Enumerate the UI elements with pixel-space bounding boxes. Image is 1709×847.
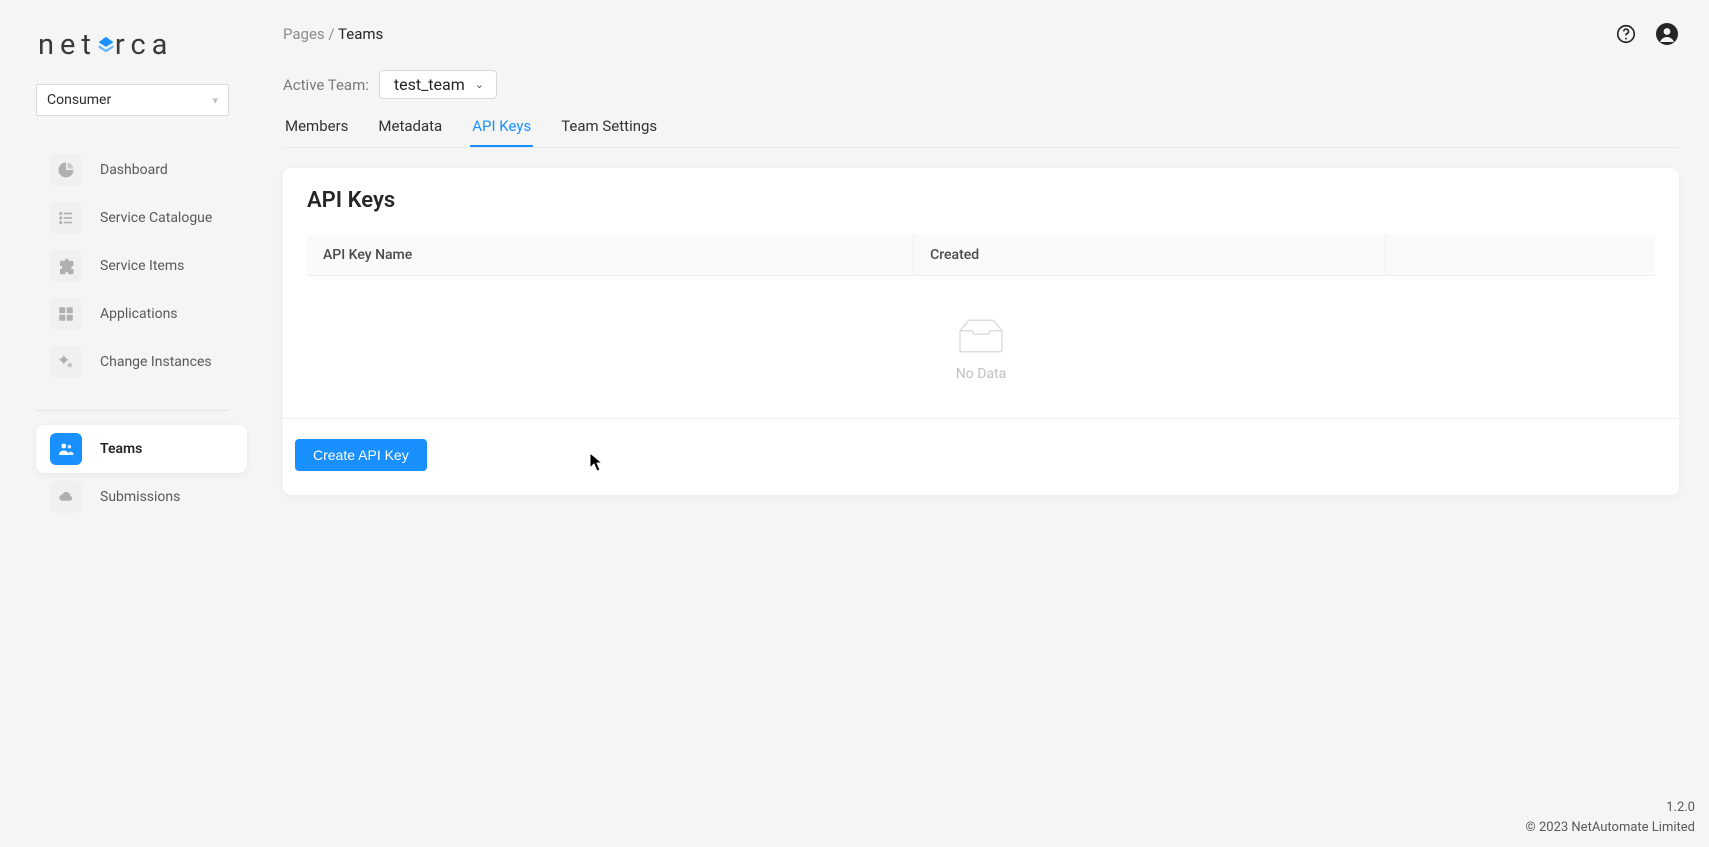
cloud-icon xyxy=(50,481,82,513)
team-icon xyxy=(50,433,82,465)
sidebar-item-change-instances[interactable]: Change Instances xyxy=(0,338,265,386)
sidebar-item-label: Applications xyxy=(100,306,178,322)
active-team-selector[interactable]: test_team ⌄ xyxy=(379,70,497,99)
chevron-down-icon: ▾ xyxy=(212,94,218,107)
sidebar-item-label: Service Catalogue xyxy=(100,210,212,226)
col-header-actions xyxy=(1385,235,1655,276)
breadcrumb-sep: / xyxy=(328,25,334,43)
sidebar-nav: Dashboard Service Catalogue Service Item… xyxy=(0,146,265,521)
sidebar: net rca Consumer ▾ Dashboard xyxy=(0,0,265,847)
active-team-label: Active Team: xyxy=(283,76,369,94)
sidebar-item-teams[interactable]: Teams xyxy=(36,425,247,473)
sidebar-item-service-items[interactable]: Service Items xyxy=(0,242,265,290)
sidebar-item-label: Change Instances xyxy=(100,354,212,370)
empty-state: No Data xyxy=(307,276,1655,419)
logo-mark-icon xyxy=(95,34,117,56)
breadcrumb-current: Teams xyxy=(338,25,383,43)
sidebar-item-label: Dashboard xyxy=(100,162,168,178)
panel-title: API Keys xyxy=(307,188,1655,213)
col-header-created: Created xyxy=(914,235,1386,276)
tab-members[interactable]: Members xyxy=(283,117,350,147)
active-team-value: test_team xyxy=(394,75,465,94)
create-api-key-button[interactable]: Create API Key xyxy=(295,439,427,471)
api-keys-panel: API Keys API Key Name Created xyxy=(283,168,1679,495)
main-content: Pages / Teams Active Team: test_team ⌄ M… xyxy=(265,0,1709,847)
chevron-down-icon: ⌄ xyxy=(475,78,484,91)
sidebar-divider xyxy=(36,410,229,411)
grid-icon xyxy=(50,298,82,330)
sidebar-item-submissions[interactable]: Submissions xyxy=(0,473,265,521)
tab-metadata[interactable]: Metadata xyxy=(376,117,444,147)
puzzle-icon xyxy=(50,250,82,282)
breadcrumb: Pages / Teams xyxy=(283,25,383,43)
sidebar-item-label: Teams xyxy=(100,441,142,457)
tab-team-settings[interactable]: Team Settings xyxy=(559,117,659,147)
sidebar-item-dashboard[interactable]: Dashboard xyxy=(0,146,265,194)
empty-box-icon xyxy=(307,316,1655,356)
role-selector[interactable]: Consumer ▾ xyxy=(36,84,229,116)
logo: net rca xyxy=(0,28,265,84)
breadcrumb-root[interactable]: Pages xyxy=(283,25,325,43)
sidebar-item-service-catalogue[interactable]: Service Catalogue xyxy=(0,194,265,242)
col-header-name: API Key Name xyxy=(307,235,914,276)
gears-icon xyxy=(50,346,82,378)
tab-api-keys[interactable]: API Keys xyxy=(470,117,533,147)
sidebar-item-label: Submissions xyxy=(100,489,180,505)
empty-text: No Data xyxy=(307,366,1655,382)
sidebar-item-label: Service Items xyxy=(100,258,184,274)
logo-post: rca xyxy=(115,28,174,62)
api-keys-table: API Key Name Created xyxy=(307,235,1655,418)
help-icon[interactable] xyxy=(1615,23,1637,45)
role-selector-value: Consumer xyxy=(47,92,111,108)
sidebar-item-applications[interactable]: Applications xyxy=(0,290,265,338)
account-icon[interactable] xyxy=(1655,22,1679,46)
logo-pre: net xyxy=(38,28,97,62)
team-tabs: Members Metadata API Keys Team Settings xyxy=(283,117,1679,148)
pie-icon xyxy=(50,154,82,186)
list-icon xyxy=(50,202,82,234)
